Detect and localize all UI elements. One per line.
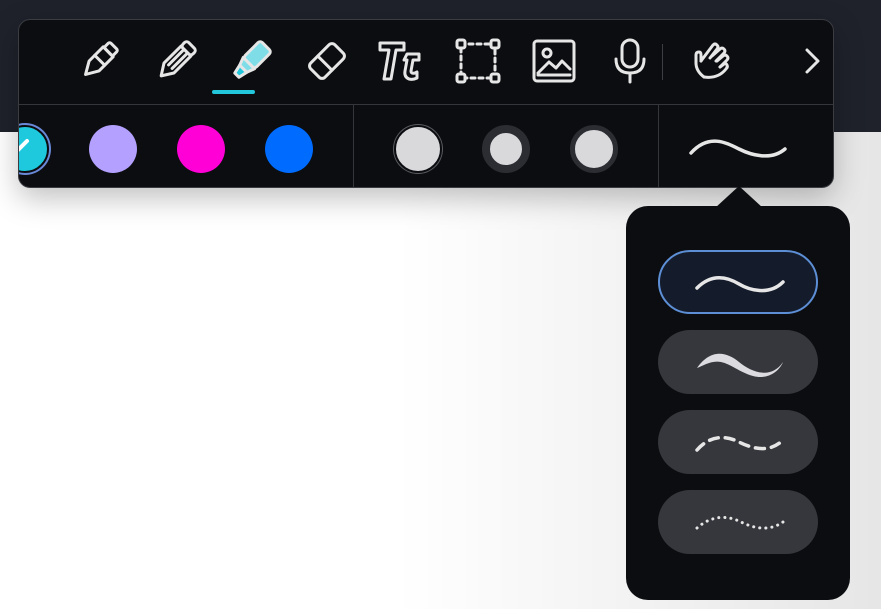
- highlighter-tool-button[interactable]: [226, 36, 276, 86]
- selected-color-swatch[interactable]: [19, 125, 49, 173]
- stroke-style-popover: [626, 206, 850, 600]
- solid-thin-stroke-icon: [695, 276, 785, 293]
- options-row: [19, 105, 833, 187]
- size-button-large[interactable]: [570, 125, 618, 173]
- options-separator: [658, 105, 659, 187]
- stroke-option-dotted[interactable]: [658, 490, 818, 554]
- checkmark-icon: [19, 139, 29, 152]
- image-tool-button[interactable]: [529, 36, 579, 86]
- stroke-popover-arrow: [715, 186, 763, 208]
- pencil-icon: [159, 40, 197, 78]
- stroke-option-solid-variable[interactable]: [658, 330, 818, 394]
- color-swatch-blue[interactable]: [265, 125, 313, 173]
- color-swatch-magenta[interactable]: [177, 125, 225, 173]
- highlighter-icon: [233, 40, 272, 79]
- pencil-tool-button[interactable]: [151, 36, 201, 86]
- image-icon: [532, 39, 576, 83]
- tool-row: [19, 20, 833, 105]
- eraser-icon: [308, 42, 346, 80]
- text-icon: [378, 41, 421, 81]
- stroke-option-solid-thin[interactable]: [658, 250, 818, 314]
- pen-icon: [84, 41, 119, 76]
- drawing-toolbar: [18, 19, 834, 188]
- stroke-option-dashed[interactable]: [658, 410, 818, 474]
- chevron-right-icon: [805, 48, 820, 74]
- lasso-selection-icon: [455, 38, 501, 84]
- solid-stroke-icon: [689, 139, 787, 158]
- touch-tool-button[interactable]: [687, 36, 737, 86]
- stroke-style-button[interactable]: [679, 123, 789, 171]
- options-separator: [353, 105, 354, 187]
- selection-tool-button[interactable]: [453, 36, 503, 86]
- hand-pointer-icon: [694, 42, 730, 79]
- pen-tool-button[interactable]: [74, 36, 124, 86]
- microphone-icon: [614, 38, 646, 84]
- text-tool-button[interactable]: [377, 36, 427, 86]
- solid-variable-stroke-icon: [697, 353, 783, 378]
- color-swatch-lavender[interactable]: [89, 125, 137, 173]
- toolbar-separator: [662, 44, 663, 80]
- audio-tool-button[interactable]: [605, 36, 655, 86]
- more-tools-button[interactable]: [787, 36, 833, 86]
- dashed-stroke-icon: [695, 435, 785, 452]
- size-button-medium[interactable]: [482, 125, 530, 173]
- dotted-stroke-icon: [695, 516, 785, 530]
- active-tool-indicator: [212, 90, 255, 94]
- size-button-small[interactable]: [394, 125, 442, 173]
- eraser-tool-button[interactable]: [302, 36, 352, 86]
